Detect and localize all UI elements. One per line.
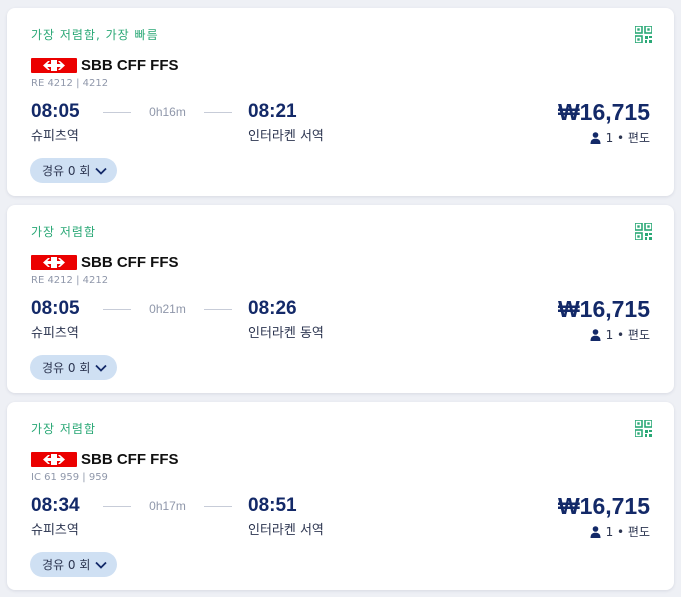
operator-name: SBB CFF FFS: [81, 450, 179, 468]
stops-label: 경유 0 회: [42, 164, 91, 178]
departure-station: 슈피츠역: [31, 523, 79, 538]
sbb-logo-icon: [31, 451, 77, 467]
trip-duration: 0h17m: [149, 499, 186, 513]
stops-toggle-button[interactable]: 경유 0 회: [30, 355, 118, 380]
stops-label: 경유 0 회: [42, 361, 91, 375]
sbb-logo-icon: [31, 254, 77, 270]
passenger-label: 1 • 편도: [605, 328, 650, 342]
stops-toggle-button[interactable]: 경유 0 회: [30, 552, 118, 577]
departure-time: 08:05: [31, 298, 80, 319]
chevron-down-icon: [95, 561, 108, 569]
operator-row: SBB CFF FFS: [31, 253, 179, 271]
result-card[interactable]: 가장 저렴함 SBB CFF FFS IC 61 959 | 959 08:34…: [7, 402, 674, 590]
qr-code-icon[interactable]: [635, 223, 652, 240]
trip-duration: 0h21m: [149, 302, 186, 316]
passenger-info: 1 • 편도: [590, 129, 650, 146]
passenger-info: 1 • 편도: [590, 523, 650, 540]
arrival-station: 인터라켄 동역: [248, 326, 324, 341]
stops-toggle-button[interactable]: 경유 0 회: [30, 158, 118, 183]
operator-row: SBB CFF FFS: [31, 56, 179, 74]
operator-name: SBB CFF FFS: [81, 56, 179, 74]
ticket-price: ₩16,715: [557, 296, 650, 322]
stops-label: 경유 0 회: [42, 558, 91, 572]
route-line: [204, 506, 232, 507]
operator-row: SBB CFF FFS: [31, 450, 179, 468]
route-line: [204, 309, 232, 310]
arrival-station: 인터라켄 서역: [248, 129, 324, 144]
train-number: IC 61 959 | 959: [31, 472, 108, 483]
passenger-label: 1 • 편도: [605, 131, 650, 145]
train-number: RE 4212 | 4212: [31, 275, 109, 286]
ticket-price: ₩16,715: [557, 99, 650, 125]
arrival-station: 인터라켄 서역: [248, 523, 324, 538]
ticket-price: ₩16,715: [557, 493, 650, 519]
result-card[interactable]: 가장 저렴함 SBB CFF FFS RE 4212 | 4212 08:05 …: [7, 205, 674, 393]
person-icon: [590, 328, 601, 341]
person-icon: [590, 525, 601, 538]
departure-time: 08:05: [31, 101, 80, 122]
route-line: [204, 112, 232, 113]
arrival-time: 08:51: [248, 495, 297, 516]
person-icon: [590, 131, 601, 144]
result-tags: 가장 저렴함: [31, 422, 97, 436]
chevron-down-icon: [95, 167, 108, 175]
operator-name: SBB CFF FFS: [81, 253, 179, 271]
passenger-label: 1 • 편도: [605, 525, 650, 539]
result-tags: 가장 저렴함: [31, 225, 97, 239]
qr-code-icon[interactable]: [635, 420, 652, 437]
departure-station: 슈피츠역: [31, 129, 79, 144]
sbb-logo-icon: [31, 57, 77, 73]
arrival-time: 08:26: [248, 298, 297, 319]
passenger-info: 1 • 편도: [590, 326, 650, 343]
train-number: RE 4212 | 4212: [31, 78, 109, 89]
route-line: [103, 309, 131, 310]
departure-time: 08:34: [31, 495, 80, 516]
arrival-time: 08:21: [248, 101, 297, 122]
departure-station: 슈피츠역: [31, 326, 79, 341]
route-line: [103, 112, 131, 113]
trip-duration: 0h16m: [149, 105, 186, 119]
chevron-down-icon: [95, 364, 108, 372]
result-tags: 가장 저렴함, 가장 빠름: [31, 28, 159, 42]
qr-code-icon[interactable]: [635, 26, 652, 43]
result-card[interactable]: 가장 저렴함, 가장 빠름 SBB CFF FFS RE 4212 | 4212…: [7, 8, 674, 196]
route-line: [103, 506, 131, 507]
